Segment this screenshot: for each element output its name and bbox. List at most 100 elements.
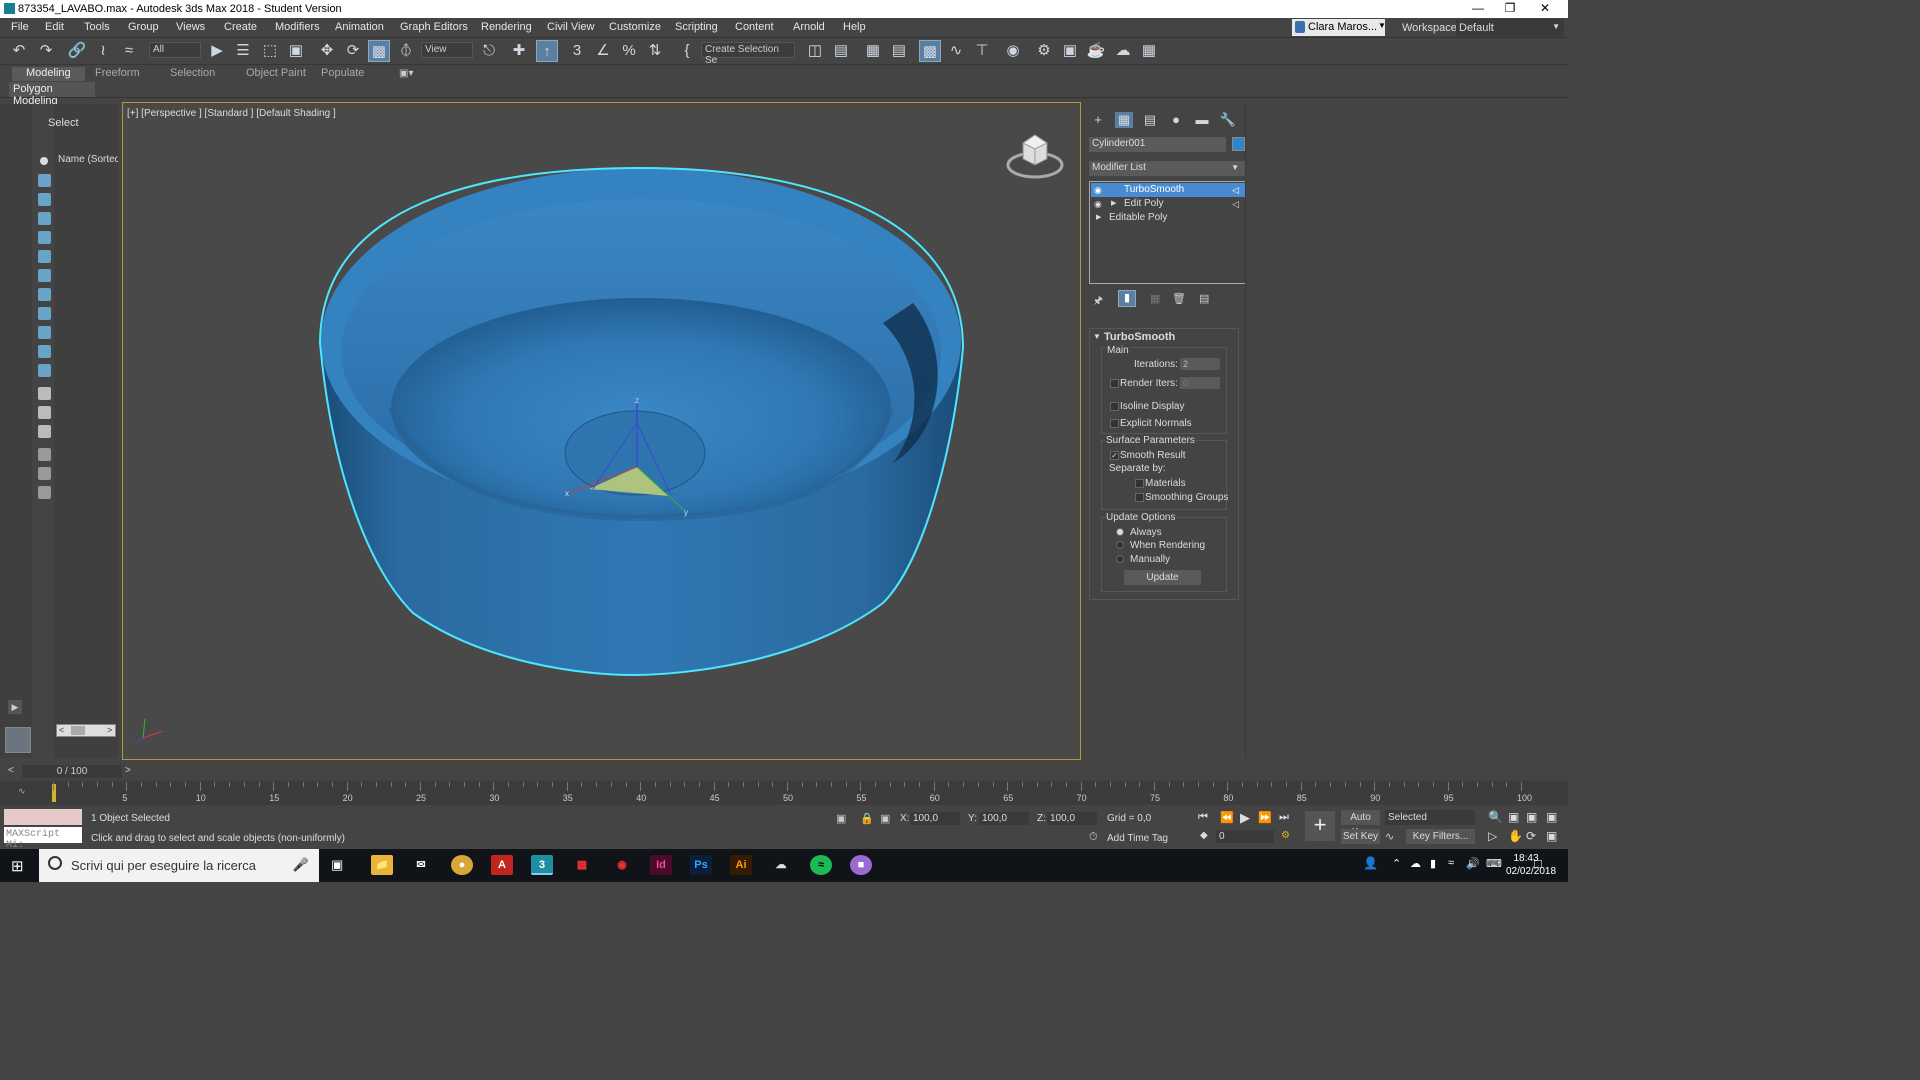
named-selection-dropdown[interactable]: Create Selection Se xyxy=(701,42,795,66)
set-key-button[interactable]: Set Key xyxy=(1341,829,1380,844)
when-rendering-radio[interactable] xyxy=(1116,541,1124,549)
menu-create[interactable]: Create xyxy=(224,21,257,33)
key-mode-icon[interactable]: ◆ xyxy=(1200,830,1208,841)
zoom-extents-all-icon[interactable]: ▣ xyxy=(1546,810,1557,824)
time-configuration-icon[interactable]: ⚙ xyxy=(1281,830,1290,841)
menu-group[interactable]: Group xyxy=(128,21,159,33)
mirror-icon[interactable]: ◫ xyxy=(804,40,826,62)
x-coordinate-field[interactable]: 100,0 xyxy=(910,812,960,825)
wifi-icon[interactable]: ≈ xyxy=(1448,857,1454,869)
onedrive-icon[interactable]: ☁ xyxy=(1410,857,1421,870)
app-icon-cloud[interactable]: ☁ xyxy=(770,855,792,875)
maximize-viewport-icon[interactable]: ▣ xyxy=(1546,829,1557,843)
stack-item-edit-poly[interactable]: ◉ ▶ Edit Poly ◁ xyxy=(1091,197,1245,211)
menu-arnold[interactable]: Arnold xyxy=(793,21,825,33)
select-object-icon[interactable]: ▶ xyxy=(206,40,228,62)
eye-icon[interactable]: ◉ xyxy=(1094,183,1102,197)
display-invert-icon[interactable] xyxy=(38,425,51,438)
schematic-view-icon[interactable]: ⊤ xyxy=(971,40,993,62)
menu-graph-editors[interactable]: Graph Editors xyxy=(400,21,468,33)
taskbar-search-box[interactable]: Scrivi qui per eseguire la ricerca 🎤 xyxy=(39,849,319,882)
app-icon-purple[interactable]: ■ xyxy=(850,855,872,875)
viewport-layout-icon[interactable] xyxy=(5,727,31,753)
show-end-result-icon[interactable]: ◁ xyxy=(1232,197,1239,211)
sink-model[interactable] xyxy=(319,166,965,677)
manually-radio[interactable] xyxy=(1116,555,1124,563)
prev-frame-icon[interactable]: < xyxy=(8,765,14,776)
rollout-title[interactable]: TurboSmooth xyxy=(1104,331,1175,343)
render-iters-checkbox[interactable] xyxy=(1110,379,1119,388)
display-geometry-icon[interactable] xyxy=(38,174,51,187)
toggle-ribbon-icon[interactable]: ▩ xyxy=(919,40,941,62)
funnel-icon[interactable] xyxy=(38,467,51,480)
menu-scripting[interactable]: Scripting xyxy=(675,21,718,33)
acrobat-icon[interactable]: A xyxy=(491,855,513,875)
ref-coord-dropdown[interactable]: View xyxy=(421,42,473,58)
scrollbar-thumb[interactable] xyxy=(71,726,85,735)
unlink-icon[interactable]: ≀ xyxy=(92,40,114,62)
menu-rendering[interactable]: Rendering xyxy=(481,21,532,33)
people-icon[interactable]: 👤 xyxy=(1363,856,1378,870)
display-tab-icon[interactable]: ▬ xyxy=(1193,112,1211,128)
selection-filter-dropdown[interactable]: All xyxy=(149,42,201,58)
zoom-extents-icon[interactable]: ▣ xyxy=(1526,810,1537,824)
menu-help[interactable]: Help xyxy=(843,21,866,33)
3ds-max-icon[interactable]: 3 xyxy=(531,855,553,875)
expand-layout-icon[interactable]: ▶ xyxy=(8,700,22,714)
display-frozen-icon[interactable] xyxy=(38,364,51,377)
update-button[interactable]: Update xyxy=(1124,570,1201,585)
remove-modifier-icon[interactable]: 🗑 xyxy=(1172,292,1186,305)
select-manipulate-icon[interactable]: ✚ xyxy=(508,40,530,62)
polygon-modeling-button[interactable]: Polygon Modeling xyxy=(9,82,95,107)
show-end-result-toggle-icon[interactable]: ▮ xyxy=(1118,290,1136,307)
pan-icon[interactable]: ✋ xyxy=(1508,829,1523,843)
next-frame-anim-icon[interactable]: ⏩ xyxy=(1258,811,1272,824)
go-to-start-icon[interactable]: ⏮ xyxy=(1198,811,1208,824)
select-by-name-icon[interactable]: ☰ xyxy=(232,40,254,62)
bind-space-warp-icon[interactable]: ≈ xyxy=(118,40,140,62)
move-icon[interactable]: ✥ xyxy=(316,40,338,62)
illustrator-icon[interactable]: Ai xyxy=(730,855,752,875)
isolate-selection-icon[interactable]: ▣ xyxy=(836,812,846,825)
z-coordinate-field[interactable]: 100,0 xyxy=(1047,812,1097,825)
field-of-view-icon[interactable]: ▷ xyxy=(1488,829,1497,843)
angle-snap-icon[interactable]: ∠ xyxy=(592,40,614,62)
display-helpers-icon[interactable] xyxy=(38,250,51,263)
edit-named-selection-icon[interactable]: { xyxy=(676,40,698,62)
chrome-icon[interactable]: ● xyxy=(451,855,473,875)
keyboard-icon[interactable]: ⌨ xyxy=(1486,857,1502,870)
stack-item-turbosmooth[interactable]: ◉ TurboSmooth ◁ xyxy=(1091,183,1245,197)
smoothing-groups-checkbox[interactable] xyxy=(1135,493,1144,502)
always-radio[interactable] xyxy=(1116,528,1124,536)
display-xrefs-icon[interactable] xyxy=(38,307,51,320)
scroll-left-icon[interactable]: < xyxy=(59,725,64,735)
render-iters-spinner[interactable]: 0 xyxy=(1180,377,1220,389)
menu-views[interactable]: Views xyxy=(176,21,205,33)
collapse-rollout-icon[interactable]: ▼ xyxy=(1093,332,1101,341)
windows-start-icon[interactable]: ⊞ xyxy=(11,857,24,875)
default-tangents-icon[interactable]: ∿ xyxy=(1385,830,1394,843)
redo-icon[interactable]: ↷ xyxy=(35,40,57,62)
mail-icon[interactable]: ✉ xyxy=(410,855,432,875)
configure-modifier-sets-icon[interactable]: ▤ xyxy=(1199,292,1209,305)
task-view-icon[interactable]: ▣ xyxy=(331,857,343,873)
indesign-icon[interactable]: Id xyxy=(650,855,672,875)
render-production-icon[interactable]: ☕ xyxy=(1085,40,1107,62)
arnold-icon[interactable]: ▦ xyxy=(1138,40,1160,62)
time-slider[interactable]: 0 / 100 xyxy=(22,765,122,778)
tab-selection[interactable]: Selection xyxy=(156,67,229,81)
window-crossing-icon[interactable]: ▣ xyxy=(285,40,307,62)
viewcube[interactable] xyxy=(1005,129,1065,181)
photoshop-icon[interactable]: Ps xyxy=(690,855,712,875)
scale-icon[interactable]: ▩ xyxy=(368,40,390,62)
y-coordinate-field[interactable]: 100,0 xyxy=(979,812,1029,825)
rect-selection-icon[interactable]: ⬚ xyxy=(259,40,281,62)
expand-arrow-icon[interactable]: ▶ xyxy=(1111,197,1116,211)
volume-icon[interactable]: 🔊 xyxy=(1466,857,1480,870)
display-none-icon[interactable] xyxy=(38,406,51,419)
render-cloud-icon[interactable]: ☁ xyxy=(1112,40,1134,62)
object-name-field[interactable]: Cylinder001 xyxy=(1089,137,1226,152)
render-setup-icon[interactable]: ⚙ xyxy=(1033,40,1055,62)
next-frame-icon[interactable]: > xyxy=(125,765,131,776)
maxscript-listener-output[interactable] xyxy=(4,809,82,825)
